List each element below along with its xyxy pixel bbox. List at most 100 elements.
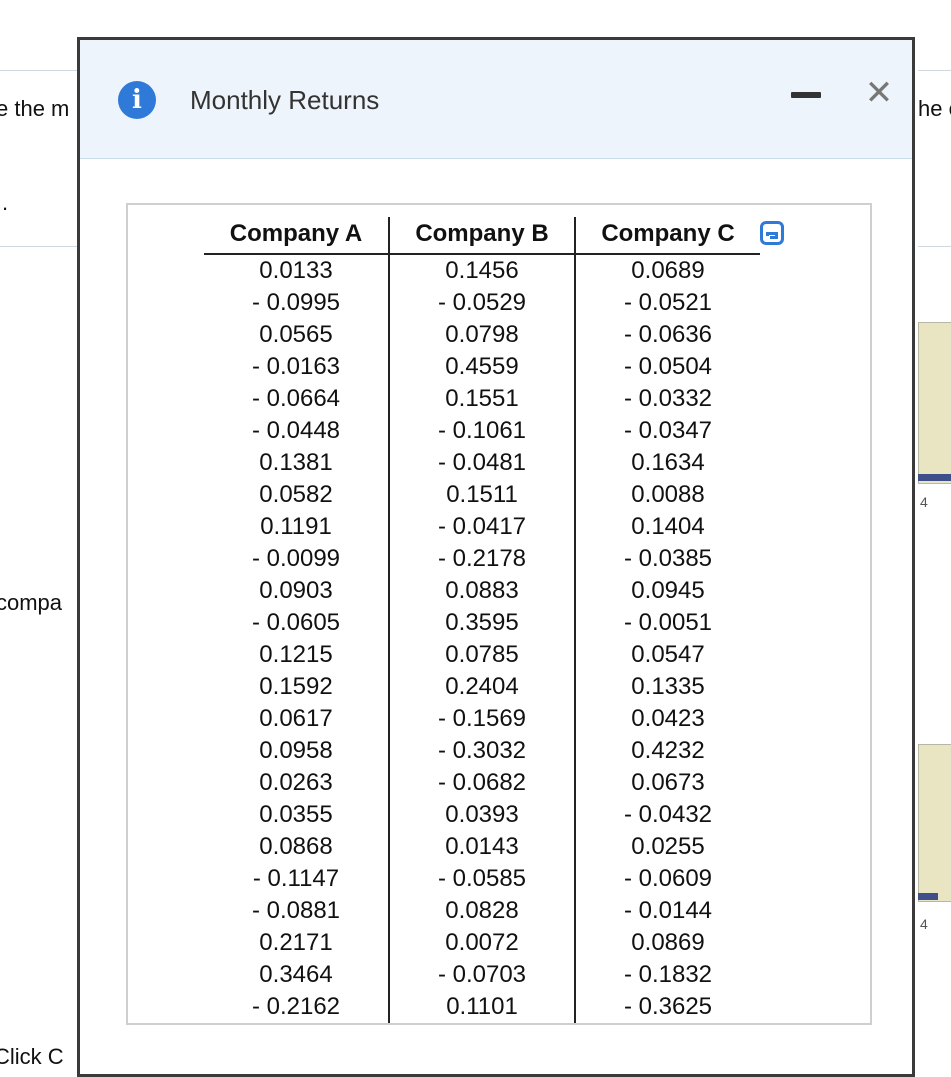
table-cell: 0.0547 bbox=[631, 641, 705, 668]
background-text: Click C bbox=[0, 1044, 64, 1069]
background-boxplot bbox=[918, 744, 951, 902]
table-cell: - 0.0529 bbox=[389, 287, 576, 319]
minimize-button[interactable] bbox=[791, 92, 821, 98]
table-cell: - 0.0332 bbox=[623, 385, 713, 412]
table-row: - 0.1147- 0.0585 - 0.0609 bbox=[204, 863, 760, 895]
table-cell: - 0.1061 bbox=[389, 415, 576, 447]
table-cell: - 0.0099 bbox=[204, 543, 390, 575]
table-cell: - 0.0385 bbox=[623, 545, 713, 572]
table-row: - 0.0605 0.3595 - 0.0051 bbox=[204, 607, 760, 639]
table-row: - 0.0099- 0.2178 - 0.0385 bbox=[204, 543, 760, 575]
table-row: - 0.0664 0.1551 - 0.0332 bbox=[204, 383, 760, 415]
table-cell: 0.1592 bbox=[204, 671, 390, 703]
copy-icon[interactable] bbox=[760, 221, 784, 245]
table-cell: - 0.0417 bbox=[389, 511, 576, 543]
table-cell: 0.0072 bbox=[389, 927, 576, 959]
table-cell: - 0.1147 bbox=[204, 863, 390, 895]
table-cell: 0.3595 bbox=[389, 607, 576, 639]
table-cell: 0.2171 bbox=[204, 927, 390, 959]
table-cell: - 0.2178 bbox=[389, 543, 576, 575]
table-cell: 0.1456 bbox=[389, 254, 576, 287]
table-cell: 0.0903 bbox=[204, 575, 390, 607]
table-row: 0.3464- 0.0703 - 0.1832 bbox=[204, 959, 760, 991]
table-row: 0.1215 0.0785 0.0547 bbox=[204, 639, 760, 671]
table-cell: 0.0673 bbox=[631, 769, 705, 796]
table-cell: 0.1215 bbox=[204, 639, 390, 671]
table-cell: 0.0869 bbox=[631, 929, 705, 956]
table-cell: - 0.0703 bbox=[389, 959, 576, 991]
table-cell: 0.0828 bbox=[389, 895, 576, 927]
table-cell: - 0.1569 bbox=[389, 703, 576, 735]
table-cell: 0.0423 bbox=[631, 705, 705, 732]
table-row: - 0.0163 0.4559 - 0.0504 bbox=[204, 351, 760, 383]
table-cell: 0.0393 bbox=[389, 799, 576, 831]
table-cell: - 0.0585 bbox=[389, 863, 576, 895]
table-cell: 0.3464 bbox=[204, 959, 390, 991]
table-cell: 0.0617 bbox=[204, 703, 390, 735]
info-icon: i bbox=[118, 81, 156, 119]
table-cell: 0.0798 bbox=[389, 319, 576, 351]
table-cell: 0.1511 bbox=[389, 479, 576, 511]
table-header-row: Company A Company B Company C bbox=[204, 217, 760, 255]
background-axis-tick: 4 bbox=[920, 494, 928, 510]
returns-table-panel: Company A Company B Company C 0.0133 0.14… bbox=[126, 203, 872, 1025]
table-cell: 0.0565 bbox=[204, 319, 390, 351]
background-text: e the m bbox=[0, 96, 70, 121]
table-cell: 0.0785 bbox=[389, 639, 576, 671]
table-row: - 0.0448- 0.1061 - 0.0347 bbox=[204, 415, 760, 447]
background-boxplot bbox=[918, 322, 951, 484]
background-divider-top-right bbox=[918, 70, 951, 71]
background-boxplot-bar bbox=[918, 474, 951, 481]
table-cell: - 0.0881 bbox=[204, 895, 390, 927]
table-cell: 0.1335 bbox=[631, 673, 705, 700]
table-row: 0.1191- 0.0417 0.1404 bbox=[204, 511, 760, 543]
table-cell: 0.1634 bbox=[631, 449, 705, 476]
table-row: 0.0617- 0.1569 0.0423 bbox=[204, 703, 760, 735]
table-row: 0.0263- 0.0682 0.0673 bbox=[204, 767, 760, 799]
monthly-returns-dialog: i Monthly Returns ✕ Company A Company B … bbox=[77, 37, 915, 1077]
table-cell: 0.1404 bbox=[631, 513, 705, 540]
table-cell: - 0.0609 bbox=[623, 865, 713, 892]
background-divider-top bbox=[0, 70, 78, 71]
table-cell: - 0.0432 bbox=[623, 801, 713, 828]
column-header-company-a: Company A bbox=[204, 217, 390, 255]
table-cell: 0.1191 bbox=[204, 511, 390, 543]
table-cell: - 0.2162 bbox=[204, 991, 390, 1023]
table-cell: - 0.0144 bbox=[623, 897, 713, 924]
table-cell: - 0.0682 bbox=[389, 767, 576, 799]
table-cell: 0.0255 bbox=[631, 833, 705, 860]
table-cell: - 0.0605 bbox=[204, 607, 390, 639]
table-cell: 0.0883 bbox=[389, 575, 576, 607]
background-text: . bbox=[2, 190, 9, 215]
background-text: compa bbox=[0, 590, 63, 615]
table-cell: 0.0868 bbox=[204, 831, 390, 863]
table-cell: 0.0143 bbox=[389, 831, 576, 863]
dialog-header: i Monthly Returns ✕ bbox=[80, 40, 912, 159]
table-cell: - 0.0504 bbox=[623, 353, 713, 380]
table-row: 0.0355 0.0393 - 0.0432 bbox=[204, 799, 760, 831]
table-cell: - 0.3032 bbox=[389, 735, 576, 767]
table-row: 0.0903 0.0883 0.0945 bbox=[204, 575, 760, 607]
table-cell: - 0.0347 bbox=[623, 417, 713, 444]
table-row: - 0.2162 0.1101 - 0.3625 bbox=[204, 991, 760, 1023]
table-cell: - 0.0995 bbox=[204, 287, 390, 319]
returns-table: Company A Company B Company C 0.0133 0.14… bbox=[204, 217, 760, 1023]
table-cell: 0.0689 bbox=[631, 257, 705, 284]
table-cell: - 0.0481 bbox=[389, 447, 576, 479]
table-cell: 0.4232 bbox=[631, 737, 705, 764]
table-cell: - 0.0664 bbox=[204, 383, 390, 415]
dialog-title: Monthly Returns bbox=[190, 85, 380, 115]
table-cell: - 0.0448 bbox=[204, 415, 390, 447]
table-cell: 0.0263 bbox=[204, 767, 390, 799]
background-boxplot-bar bbox=[918, 893, 938, 900]
background-divider-mid bbox=[0, 246, 78, 247]
table-row: - 0.0995- 0.0529 - 0.0521 bbox=[204, 287, 760, 319]
table-cell: 0.2404 bbox=[389, 671, 576, 703]
background-axis-tick: 4 bbox=[920, 916, 928, 932]
table-row: 0.0582 0.1511 0.0088 bbox=[204, 479, 760, 511]
table-body: 0.0133 0.1456 0.0689 - 0.0995- 0.0529 - 0.05… bbox=[204, 254, 760, 1023]
table-cell: - 0.1832 bbox=[623, 961, 713, 988]
table-cell: 0.1101 bbox=[389, 991, 576, 1023]
table-cell: 0.1381 bbox=[204, 447, 390, 479]
close-button[interactable]: ✕ bbox=[864, 76, 894, 110]
